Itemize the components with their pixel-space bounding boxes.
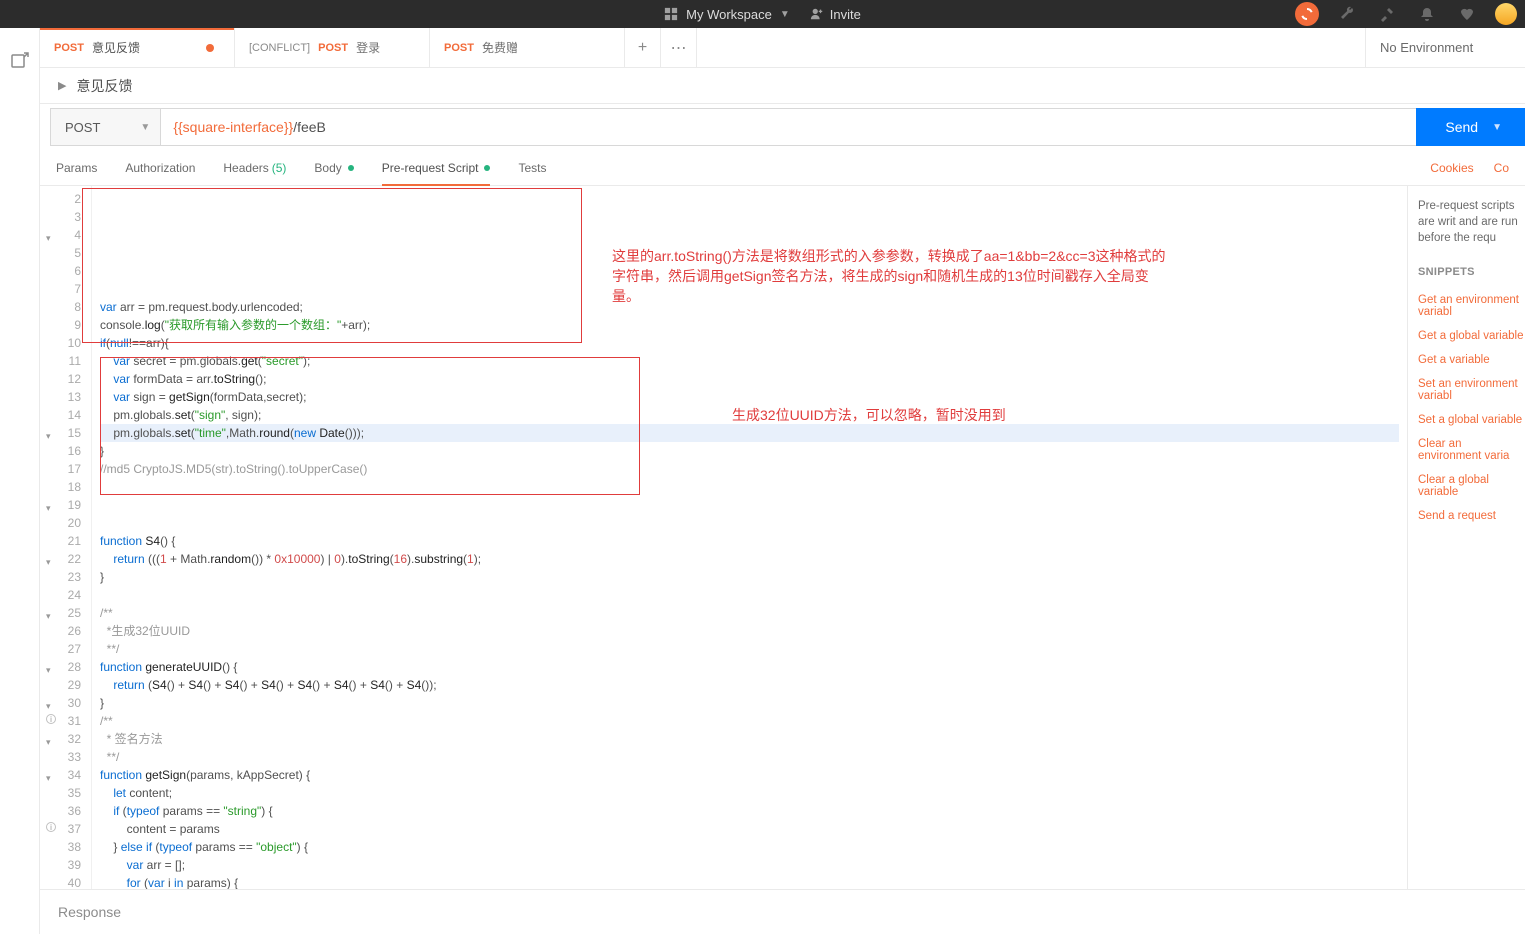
cookies-link[interactable]: Cookies bbox=[1430, 161, 1473, 175]
request-tab[interactable]: [CONFLICT] POST 登录 bbox=[235, 28, 430, 67]
tab-conflict-prefix: [CONFLICT] bbox=[249, 42, 310, 54]
response-section-header[interactable]: Response bbox=[40, 889, 1525, 934]
invite-button[interactable]: Invite bbox=[810, 7, 861, 22]
titlebar: My Workspace ▼ Invite bbox=[0, 0, 1525, 28]
snippet-link[interactable]: Clear an environment varia bbox=[1418, 432, 1525, 468]
subtab-tests[interactable]: Tests bbox=[518, 150, 546, 185]
request-subtabs: Params Authorization Headers(5) Body Pre… bbox=[40, 150, 1525, 186]
subtab-authorization[interactable]: Authorization bbox=[125, 150, 195, 185]
tab-label: 免费赠 bbox=[482, 39, 518, 56]
request-tab[interactable]: POST 意见反馈 bbox=[40, 28, 235, 67]
subtab-body[interactable]: Body bbox=[314, 150, 353, 185]
workspace-label: My Workspace bbox=[686, 7, 772, 22]
wrench-icon[interactable] bbox=[1335, 2, 1359, 26]
chevron-down-icon: ▼ bbox=[780, 9, 790, 20]
tab-menu-button[interactable]: ⋯ bbox=[661, 28, 697, 67]
breadcrumb: ▶ 意见反馈 bbox=[40, 68, 1525, 104]
tab-label: 登录 bbox=[356, 39, 380, 56]
send-button[interactable]: Send ▼ bbox=[1416, 108, 1525, 146]
snippet-link[interactable]: Set a global variable bbox=[1418, 408, 1525, 432]
url-variable: {{square-interface}} bbox=[173, 119, 293, 135]
send-label: Send bbox=[1445, 119, 1478, 135]
snippets-panel: Pre-request scripts are writ and are run… bbox=[1407, 186, 1525, 889]
editor-code[interactable]: 这里的arr.toString()方法是将数组形式的入参参数，转换成了aa=1&… bbox=[92, 186, 1407, 889]
dirty-indicator-dot bbox=[206, 44, 214, 52]
add-tab-button[interactable]: + bbox=[625, 28, 661, 67]
bell-icon[interactable] bbox=[1415, 2, 1439, 26]
annotation-text-2: 生成32位UUID方法，可以忽略，暂时没用到 bbox=[732, 405, 1292, 425]
snippet-link[interactable]: Get a global variable bbox=[1418, 324, 1525, 348]
avatar[interactable] bbox=[1495, 3, 1517, 25]
tab-label: 意见反馈 bbox=[92, 39, 140, 56]
method-label: POST bbox=[65, 120, 100, 135]
url-path: /feeB bbox=[293, 119, 326, 135]
request-tab[interactable]: POST 免费赠 bbox=[430, 28, 625, 67]
snippet-link[interactable]: Clear a global variable bbox=[1418, 468, 1525, 504]
breadcrumb-expand-icon[interactable]: ▶ bbox=[58, 79, 66, 92]
snippet-link[interactable]: Set an environment variabl bbox=[1418, 372, 1525, 408]
environment-label: No Environment bbox=[1380, 40, 1473, 55]
code-link[interactable]: Co bbox=[1494, 161, 1509, 175]
method-selector[interactable]: POST ▼ bbox=[50, 108, 160, 146]
chevron-down-icon: ▼ bbox=[140, 122, 150, 133]
left-rail bbox=[0, 28, 40, 934]
snippets-description: Pre-request scripts are writ and are run… bbox=[1418, 198, 1525, 246]
prereq-indicator-dot bbox=[484, 165, 490, 171]
breadcrumb-title: 意见反馈 bbox=[76, 76, 132, 96]
workspace-selector[interactable]: My Workspace ▼ bbox=[664, 7, 790, 22]
invite-person-icon bbox=[810, 7, 824, 21]
workspace-grid-icon bbox=[664, 7, 678, 21]
snippet-link[interactable]: Get a variable bbox=[1418, 348, 1525, 372]
annotation-text-1: 这里的arr.toString()方法是将数组形式的入参参数，转换成了aa=1&… bbox=[612, 246, 1172, 306]
tab-method: POST bbox=[444, 42, 474, 54]
sync-icon[interactable] bbox=[1295, 2, 1319, 26]
chevron-down-icon: ▼ bbox=[1492, 122, 1502, 133]
snippet-link[interactable]: Send a request bbox=[1418, 504, 1525, 528]
subtab-headers[interactable]: Headers(5) bbox=[223, 150, 286, 185]
subtab-params[interactable]: Params bbox=[56, 150, 97, 185]
url-input[interactable]: {{square-interface}}/feeB bbox=[160, 108, 1416, 146]
code-editor[interactable]: 23▾4567891011121314▾15161718▾192021▾2223… bbox=[40, 186, 1407, 889]
invite-label: Invite bbox=[830, 7, 861, 22]
editor-gutter: 23▾4567891011121314▾15161718▾192021▾2223… bbox=[40, 186, 92, 889]
tab-method: POST bbox=[54, 42, 84, 54]
satellite-icon[interactable] bbox=[1375, 2, 1399, 26]
request-tabs: POST 意见反馈 [CONFLICT] POST 登录 POST 免费赠 + ⋯ No … bbox=[40, 28, 1525, 68]
subtab-prerequest[interactable]: Pre-request Script bbox=[382, 150, 491, 185]
new-tab-icon[interactable] bbox=[11, 52, 29, 70]
body-indicator-dot bbox=[348, 165, 354, 171]
tab-method: POST bbox=[318, 42, 348, 54]
request-row: POST ▼ {{square-interface}}/feeB Send ▼ bbox=[40, 104, 1525, 150]
snippet-link[interactable]: Get an environment variabl bbox=[1418, 288, 1525, 324]
snippets-header: SNIPPETS bbox=[1418, 266, 1525, 278]
titlebar-right bbox=[1295, 2, 1517, 26]
heart-icon[interactable] bbox=[1455, 2, 1479, 26]
environment-selector[interactable]: No Environment bbox=[1365, 28, 1525, 67]
response-label: Response bbox=[58, 904, 121, 920]
